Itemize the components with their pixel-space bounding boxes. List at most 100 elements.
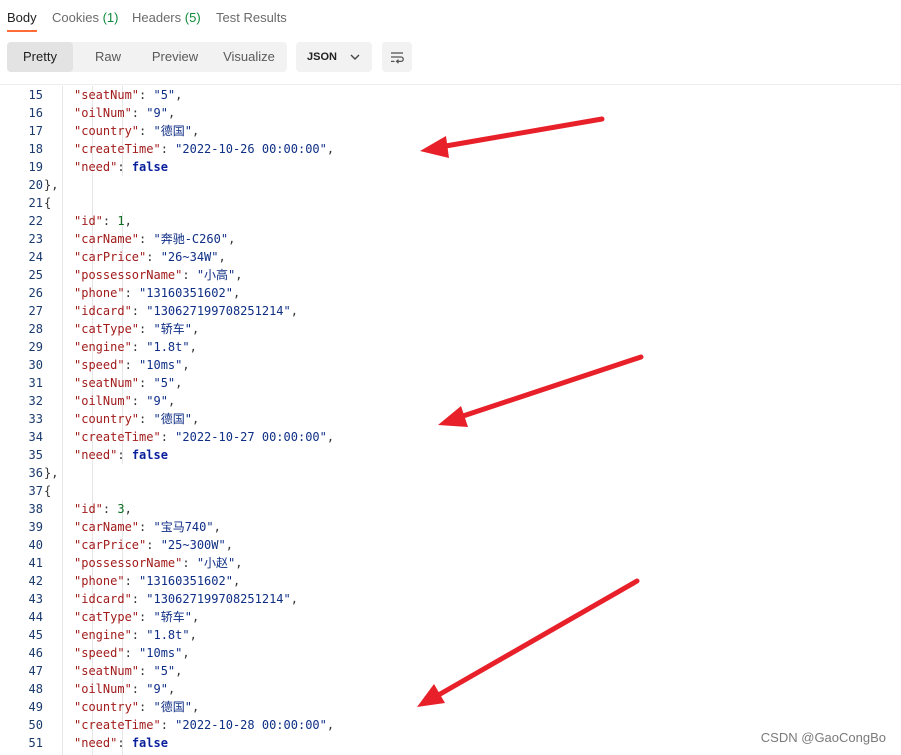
json-colon: :: [139, 322, 154, 336]
code-line: 38 "id": 3,: [0, 500, 901, 518]
json-comma: ,: [175, 664, 183, 678]
code-text: "seatNum": "5",: [74, 662, 182, 680]
response-body-viewer[interactable]: 15 "seatNum": "5", 16 "oilNum": "9", 17 "coun…: [0, 86, 901, 755]
json-string: "5": [153, 88, 176, 102]
view-visualize-button[interactable]: Visualize: [211, 42, 287, 72]
view-preview-button[interactable]: Preview: [141, 42, 209, 72]
code-line: 34 "createTime": "2022-10-27 00:00:00",: [0, 428, 901, 446]
line-number: 41: [28, 556, 43, 570]
json-comma: ,: [191, 322, 200, 336]
code-line: 20},: [0, 176, 901, 194]
json-colon: :: [131, 304, 147, 318]
view-raw-button[interactable]: Raw: [75, 42, 141, 72]
json-string: "德国": [153, 700, 192, 714]
json-boolean: false: [131, 160, 168, 174]
active-tab-indicator: [7, 30, 37, 32]
line-number: 47: [28, 664, 43, 678]
code-line: 18 "createTime": "2022-10-26 00:00:00",: [0, 140, 901, 158]
format-select[interactable]: JSON: [296, 42, 372, 72]
line-number: 32: [28, 394, 43, 408]
line-number: 18: [28, 142, 43, 156]
json-key: "speed": [74, 358, 125, 372]
code-line: 33 "country": "德国",: [0, 410, 901, 428]
code-line: 21{: [0, 194, 901, 212]
view-pretty-button[interactable]: Pretty: [7, 42, 73, 72]
json-string: "1.8t": [146, 628, 190, 642]
json-key: "need": [74, 736, 118, 750]
code-line: 27 "idcard": "130627199708251214",: [0, 302, 901, 320]
json-key: "id": [74, 214, 103, 228]
line-number: 19: [28, 160, 43, 174]
json-string: "德国": [153, 412, 192, 426]
json-comma: ,: [167, 394, 176, 408]
line-number: 42: [28, 574, 43, 588]
line-number: 39: [28, 520, 43, 534]
tab-headers[interactable]: Headers (5): [132, 10, 201, 25]
code-line: 17 "country": "德国",: [0, 122, 901, 140]
json-brace: },: [44, 178, 59, 192]
line-number: 44: [28, 610, 43, 624]
code-text: "country": "德国",: [74, 698, 199, 716]
json-colon: :: [131, 628, 147, 642]
json-colon: :: [102, 214, 118, 228]
tab-headers-label: Headers: [132, 10, 182, 25]
code-line: 37{: [0, 482, 901, 500]
code-line: 43 "idcard": "130627199708251214",: [0, 590, 901, 608]
line-number: 24: [28, 250, 43, 264]
json-key: "seatNum": [74, 664, 140, 678]
json-key: "oilNum": [74, 106, 132, 120]
json-string: "13160351602": [139, 574, 233, 588]
tab-body[interactable]: Body: [7, 10, 37, 25]
json-string: "13160351602": [139, 286, 233, 300]
json-comma: ,: [218, 250, 226, 264]
code-line: 49 "country": "德国",: [0, 698, 901, 716]
json-comma: ,: [175, 376, 183, 390]
json-key: "id": [74, 502, 103, 516]
json-comma: ,: [213, 520, 221, 534]
code-line: 15 "seatNum": "5",: [0, 86, 901, 104]
json-key: "country": [74, 700, 140, 714]
json-boolean: false: [131, 448, 168, 462]
json-comma: ,: [167, 682, 176, 696]
code-line: 29 "engine": "1.8t",: [0, 338, 901, 356]
json-comma: ,: [235, 268, 243, 282]
json-string: "25~300W": [160, 538, 226, 552]
code-line: 28 "catType": "轿车",: [0, 320, 901, 338]
json-string: "宝马740": [153, 520, 214, 534]
tab-test-results[interactable]: Test Results: [216, 10, 287, 25]
code-text: "catType": "轿车",: [74, 608, 199, 626]
text-wrap-button[interactable]: [382, 42, 412, 72]
json-string: "2022-10-28 00:00:00": [175, 718, 327, 732]
code-text: "seatNum": "5",: [74, 374, 182, 392]
code-line: 19 "need": false: [0, 158, 901, 176]
code-text: "carName": "宝马740",: [74, 518, 221, 536]
json-comma: ,: [191, 610, 200, 624]
tab-headers-count: (5): [184, 10, 201, 25]
code-text: {: [44, 482, 51, 500]
json-string: "9": [146, 394, 168, 408]
json-comma: ,: [191, 124, 200, 138]
code-text: "speed": "10ms",: [74, 644, 190, 662]
json-colon: :: [139, 88, 154, 102]
json-number: 3: [117, 502, 125, 516]
json-colon: :: [182, 556, 197, 570]
tab-cookies[interactable]: Cookies (1): [52, 10, 118, 25]
json-key: "seatNum": [74, 88, 140, 102]
json-colon: :: [117, 736, 132, 750]
code-line: 35 "need": false: [0, 446, 901, 464]
json-colon: :: [160, 718, 176, 732]
json-key: "idcard": [74, 592, 132, 606]
code-text: {: [44, 194, 51, 212]
code-text: "id": 3,: [74, 500, 132, 518]
response-toolbar: Pretty Raw Preview Visualize JSON: [0, 40, 901, 76]
json-colon: :: [117, 448, 132, 462]
json-key: "carPrice": [74, 538, 147, 552]
line-number: 16: [28, 106, 43, 120]
json-comma: ,: [326, 718, 335, 732]
json-string: "小高": [196, 268, 236, 282]
code-line: 47 "seatNum": "5",: [0, 662, 901, 680]
tab-cookies-count: (1): [102, 10, 119, 25]
line-number: 28: [28, 322, 43, 336]
json-string: "小赵": [196, 556, 236, 570]
json-comma: ,: [225, 538, 233, 552]
